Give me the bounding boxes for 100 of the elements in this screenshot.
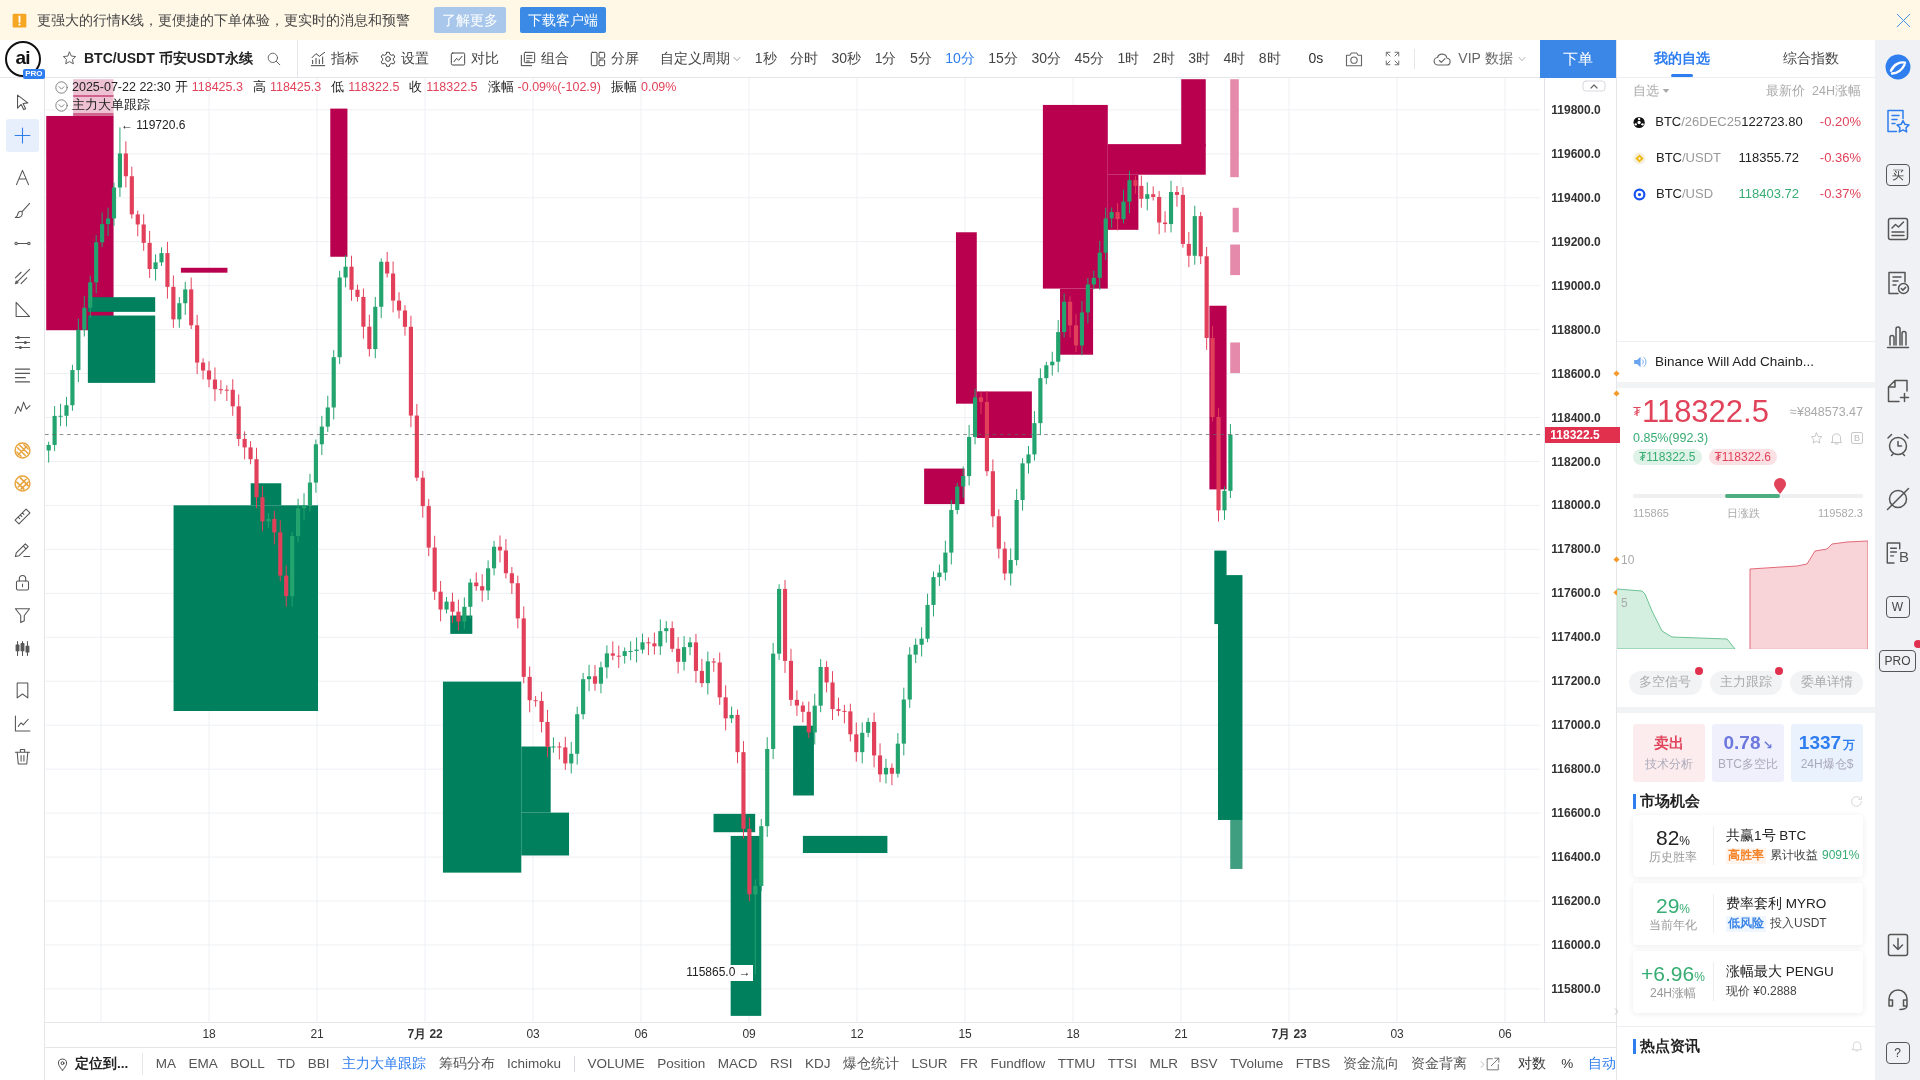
edit-icon[interactable] xyxy=(1486,1057,1501,1071)
indicator-tab[interactable]: 爆仓统计 xyxy=(842,1055,899,1073)
scale-option[interactable]: 对数 xyxy=(1518,1055,1547,1073)
ring-icon xyxy=(1633,187,1646,201)
vip-data-button[interactable]: VIP 数据 xyxy=(1431,49,1526,68)
stat-caption: BTC多空比 xyxy=(1718,757,1778,773)
indicator-tab[interactable]: 主力大单跟踪 xyxy=(342,1055,427,1073)
period-tab[interactable]: 10分 xyxy=(941,49,979,68)
close-icon[interactable] xyxy=(1896,12,1911,28)
indicator-tab[interactable]: BSV xyxy=(1190,1055,1218,1073)
symbol-name[interactable]: BTC/USDT 币安USDT永续 xyxy=(84,49,253,68)
price-axis-label: 116800.0 xyxy=(1551,761,1601,778)
indicator-tab[interactable]: MACD xyxy=(717,1055,758,1073)
rail-button[interactable] xyxy=(1885,109,1910,133)
star-icon[interactable] xyxy=(1810,431,1823,445)
news-headline[interactable]: Binance Will Add Chainb... xyxy=(1655,353,1815,371)
combine-button[interactable]: 组合 xyxy=(519,49,569,68)
rail-button[interactable] xyxy=(1885,271,1910,295)
rail-button[interactable]: 买 xyxy=(1885,164,1910,186)
rail-button[interactable]: ? xyxy=(1885,1042,1910,1064)
period-tab[interactable]: 1秒 xyxy=(750,49,781,68)
period-tab[interactable]: 分时 xyxy=(786,49,823,68)
indicator-tab[interactable]: TTMU xyxy=(1057,1055,1096,1073)
indicator-tab[interactable]: Ichimoku xyxy=(507,1055,562,1073)
settings-button[interactable]: 设置 xyxy=(379,49,429,68)
indicator-tab[interactable]: MLR xyxy=(1149,1055,1178,1073)
stat-value: 0.78 xyxy=(1723,732,1761,755)
period-tab[interactable]: 15分 xyxy=(984,49,1022,68)
compare-button[interactable]: 对比 xyxy=(449,49,499,68)
indicator-tab[interactable]: KDJ xyxy=(804,1055,831,1073)
camera-icon[interactable] xyxy=(1345,49,1364,68)
period-tab[interactable]: 1时 xyxy=(1113,49,1144,68)
rail-button[interactable] xyxy=(1885,217,1910,241)
indicator-tab[interactable]: 资金流向 xyxy=(1342,1055,1399,1073)
period-tab[interactable]: 1分 xyxy=(870,49,901,68)
watchlist-row[interactable]: BTC/USDT 118355.72 -0.36% xyxy=(1617,140,1875,176)
opportunity-card[interactable]: +6.96% 24H涨幅 涨幅最大 PENGU 现价 ¥0.2888 xyxy=(1633,950,1863,1013)
period-dropdown[interactable]: 自定义周期 xyxy=(659,49,741,68)
indicator-tab[interactable]: BBI xyxy=(307,1055,330,1073)
stat-card[interactable]: 卖出 技术分析 xyxy=(1633,723,1705,782)
trash-icon xyxy=(13,748,31,765)
indicator-tab[interactable]: Fundflow xyxy=(990,1055,1046,1073)
split-screen-button[interactable]: 分屏 xyxy=(589,49,639,68)
period-tab[interactable]: 30秒 xyxy=(827,49,866,68)
period-tab[interactable]: 3时 xyxy=(1184,49,1214,68)
range-high: 119582.3 xyxy=(1817,506,1863,521)
indicator-tab[interactable]: VOLUME xyxy=(587,1055,645,1073)
indicator-tab[interactable]: LSUR xyxy=(911,1055,948,1073)
rail-button[interactable]: PRO xyxy=(1879,650,1916,672)
sliders-icon xyxy=(13,334,31,351)
period-tab[interactable]: 4时 xyxy=(1219,49,1250,68)
indicator-tab[interactable]: TTSI xyxy=(1107,1055,1137,1073)
rail-button[interactable]: B xyxy=(1886,542,1909,564)
indicator-tab[interactable]: MA xyxy=(155,1055,176,1073)
period-tab[interactable]: 5分 xyxy=(905,49,936,68)
panel-tab[interactable]: 综合指数 xyxy=(1746,40,1875,77)
indicator-tab[interactable]: TVolume xyxy=(1230,1055,1284,1073)
period-tab[interactable]: 2时 xyxy=(1148,49,1179,68)
panel-tab[interactable]: 我的自选 xyxy=(1617,40,1746,77)
locate-button[interactable]: 定位到... xyxy=(45,1053,144,1075)
indicator-tab[interactable]: FR xyxy=(959,1055,978,1073)
rail-button[interactable] xyxy=(1885,933,1910,957)
field-label: 收 xyxy=(409,79,423,96)
watchlist-row[interactable]: BTC/26DEC25122723.80 -0.20% xyxy=(1617,104,1875,140)
scale-option[interactable]: % xyxy=(1561,1055,1574,1073)
indicator-tab[interactable]: TD xyxy=(277,1055,296,1073)
star-icon[interactable] xyxy=(62,51,77,66)
swoosh-logo-icon[interactable] xyxy=(1884,54,1911,80)
order-button[interactable]: 下单 xyxy=(1540,39,1616,78)
rail-button[interactable]: W xyxy=(1885,596,1910,618)
rail-button[interactable] xyxy=(1885,379,1910,403)
search-icon[interactable] xyxy=(266,51,281,66)
indicator-tab[interactable]: RSI xyxy=(769,1055,793,1073)
indicator-tab[interactable]: 筹码分布 xyxy=(438,1055,495,1073)
period-tab[interactable]: 30分 xyxy=(1027,49,1065,68)
price-axis-label: 119400.0 xyxy=(1551,189,1601,206)
rail-button[interactable] xyxy=(1885,987,1910,1011)
chart-document-icon xyxy=(1885,217,1910,241)
opportunity-card[interactable]: 29% 当前年化 费率套利 MYRO 低风险 投入USDT xyxy=(1633,882,1863,945)
period-tab[interactable]: 8时 xyxy=(1254,49,1285,68)
range-low: 115865 xyxy=(1633,506,1669,521)
opportunity-card[interactable]: 82% 历史胜率 共赢1号 BTC 高胜率 累计收益 9091% xyxy=(1633,814,1863,877)
indicators-button[interactable]: 指标 xyxy=(309,49,359,68)
indicator-tab[interactable]: 资金背离 xyxy=(1411,1055,1468,1073)
rail-button[interactable] xyxy=(1885,433,1910,457)
indicator-tab[interactable]: EMA xyxy=(188,1055,218,1073)
scale-option[interactable]: 自动 xyxy=(1588,1055,1617,1073)
fullscreen-icon[interactable] xyxy=(1385,51,1401,66)
watchlist-row[interactable]: BTC/USD 118403.72 -0.37% xyxy=(1617,176,1875,212)
drawing-tool-button[interactable] xyxy=(5,119,39,152)
rail-button[interactable] xyxy=(1885,487,1910,511)
zigzag-icon xyxy=(13,400,31,417)
time-axis-label: 15 xyxy=(958,1027,972,1043)
depth-axis-label: 5 xyxy=(1621,595,1628,612)
column-header: 最新价 xyxy=(1766,82,1806,100)
indicator-tab[interactable]: FTBS xyxy=(1295,1055,1331,1073)
period-tab[interactable]: 45分 xyxy=(1070,49,1109,68)
rail-button[interactable] xyxy=(1885,325,1910,349)
indicator-tab[interactable]: Position xyxy=(657,1055,706,1073)
indicator-tab[interactable]: BOLL xyxy=(230,1055,265,1073)
